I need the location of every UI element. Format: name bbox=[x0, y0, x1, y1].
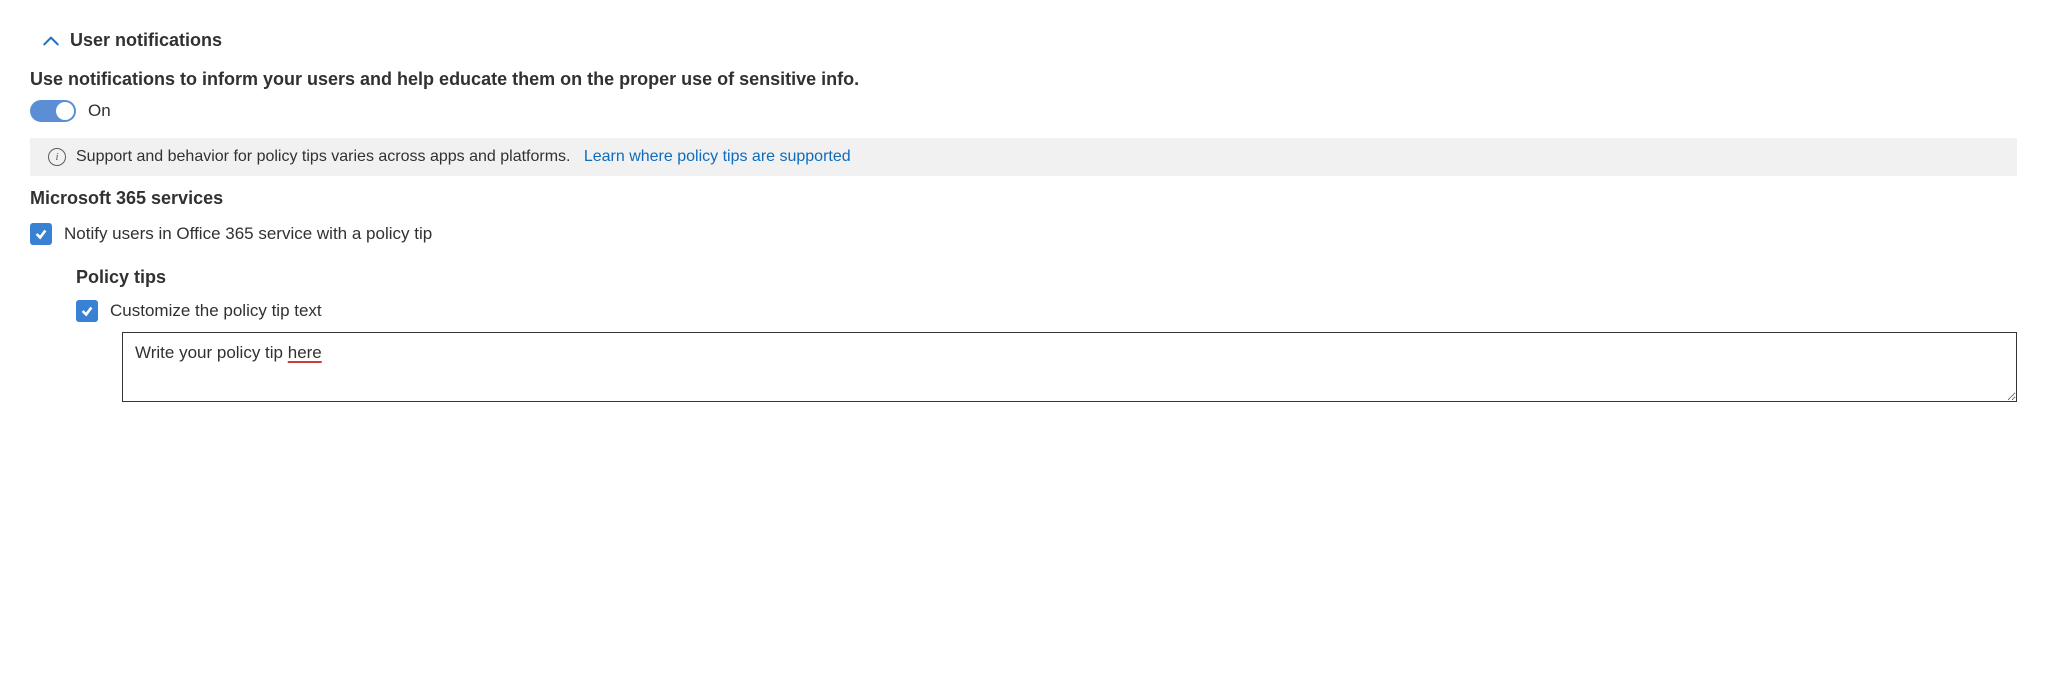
notify-users-checkbox[interactable] bbox=[30, 223, 52, 245]
chevron-up-icon bbox=[42, 32, 60, 50]
m365-services-title: Microsoft 365 services bbox=[30, 188, 2017, 209]
notify-users-label: Notify users in Office 365 service with … bbox=[64, 224, 432, 244]
section-header[interactable]: User notifications bbox=[42, 30, 2017, 51]
policy-tip-text-prefix: Write your policy tip bbox=[135, 343, 288, 362]
section-description: Use notifications to inform your users a… bbox=[30, 69, 2017, 90]
policy-tip-textarea-wrap: Write your policy tip here bbox=[122, 332, 2017, 402]
learn-more-link[interactable]: Learn where policy tips are supported bbox=[584, 148, 851, 165]
notify-users-checkbox-row: Notify users in Office 365 service with … bbox=[30, 223, 2017, 245]
customize-tip-checkbox-row: Customize the policy tip text bbox=[76, 300, 2017, 322]
policy-tip-text-underlined: here bbox=[288, 343, 322, 362]
policy-tips-section: Policy tips Customize the policy tip tex… bbox=[76, 267, 2017, 402]
notifications-toggle[interactable] bbox=[30, 100, 76, 122]
info-banner: i Support and behavior for policy tips v… bbox=[30, 138, 2017, 176]
section-title: User notifications bbox=[70, 30, 222, 51]
check-icon bbox=[80, 304, 94, 318]
check-icon bbox=[34, 227, 48, 241]
policy-tips-title: Policy tips bbox=[76, 267, 2017, 288]
toggle-knob bbox=[56, 102, 74, 120]
info-banner-text: Support and behavior for policy tips var… bbox=[76, 148, 570, 165]
notifications-toggle-row: On bbox=[30, 100, 2017, 122]
customize-tip-checkbox[interactable] bbox=[76, 300, 98, 322]
info-icon: i bbox=[48, 148, 66, 166]
customize-tip-label: Customize the policy tip text bbox=[110, 301, 322, 321]
toggle-state-label: On bbox=[88, 101, 111, 121]
policy-tip-textarea[interactable]: Write your policy tip here bbox=[122, 332, 2017, 402]
